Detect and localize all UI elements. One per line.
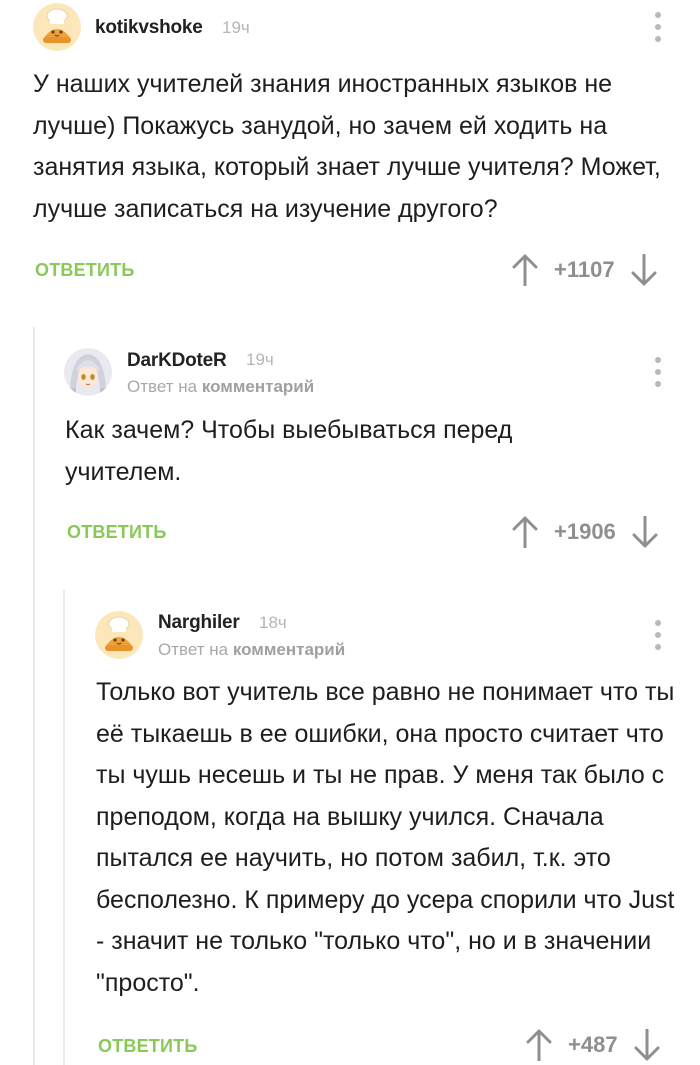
vote-control: +1906 [512, 516, 658, 548]
anime-girl-icon [64, 348, 112, 396]
avatar[interactable] [64, 348, 112, 396]
reply-button[interactable]: ОТВЕТИТЬ [67, 522, 166, 543]
comment-text: У наших учителей знания иностранных язык… [33, 70, 661, 223]
upvote-icon[interactable] [512, 516, 538, 548]
comment-text: Как зачем? Чтобы выебываться перед учите… [65, 416, 513, 486]
timestamp: 18ч [259, 613, 287, 632]
vote-control: +1107 [512, 254, 657, 286]
username[interactable]: Narghiler [158, 612, 240, 634]
comment: DarKDoteR 19ч Ответ на комментарий Как з… [0, 330, 700, 580]
username[interactable]: DarKDoteR [127, 350, 227, 372]
upvote-icon[interactable] [512, 254, 538, 286]
comment: Narghiler 18ч Ответ на комментарий Тольк… [0, 595, 700, 1065]
avatar[interactable] [95, 611, 143, 659]
username[interactable]: kotikvshoke [95, 17, 203, 39]
more-options-icon[interactable] [653, 12, 663, 42]
avatar[interactable] [33, 3, 81, 51]
timestamp: 19ч [222, 18, 250, 37]
downvote-icon[interactable] [634, 1029, 660, 1061]
reply-to-prefix: Ответ на [127, 377, 198, 396]
upvote-icon[interactable] [526, 1029, 552, 1061]
downvote-icon[interactable] [632, 516, 658, 548]
downvote-icon[interactable] [631, 254, 657, 286]
reply-to-prefix: Ответ на [158, 640, 229, 659]
comment: kotikvshoke 19ч У наших учителей знания … [0, 0, 700, 320]
reply-button[interactable]: ОТВЕТИТЬ [35, 260, 134, 281]
more-options-icon[interactable] [653, 620, 663, 650]
reply-to-link[interactable]: Ответ на комментарий [158, 640, 345, 660]
rating-score: +1906 [554, 519, 616, 544]
reply-button[interactable]: ОТВЕТИТЬ [98, 1036, 197, 1057]
rating-score: +487 [568, 1032, 618, 1057]
reply-to-target[interactable]: комментарий [233, 640, 345, 659]
reply-to-link[interactable]: Ответ на комментарий [127, 377, 314, 397]
timestamp: 19ч [246, 350, 274, 369]
bun-chef-icon [33, 3, 81, 51]
vote-control: +487 [526, 1029, 660, 1061]
reply-to-target[interactable]: комментарий [202, 377, 314, 396]
more-options-icon[interactable] [653, 357, 663, 387]
comment-text: Только вот учитель все равно не понимает… [96, 678, 675, 997]
bun-chef-icon [95, 611, 143, 659]
rating-score: +1107 [554, 257, 615, 282]
